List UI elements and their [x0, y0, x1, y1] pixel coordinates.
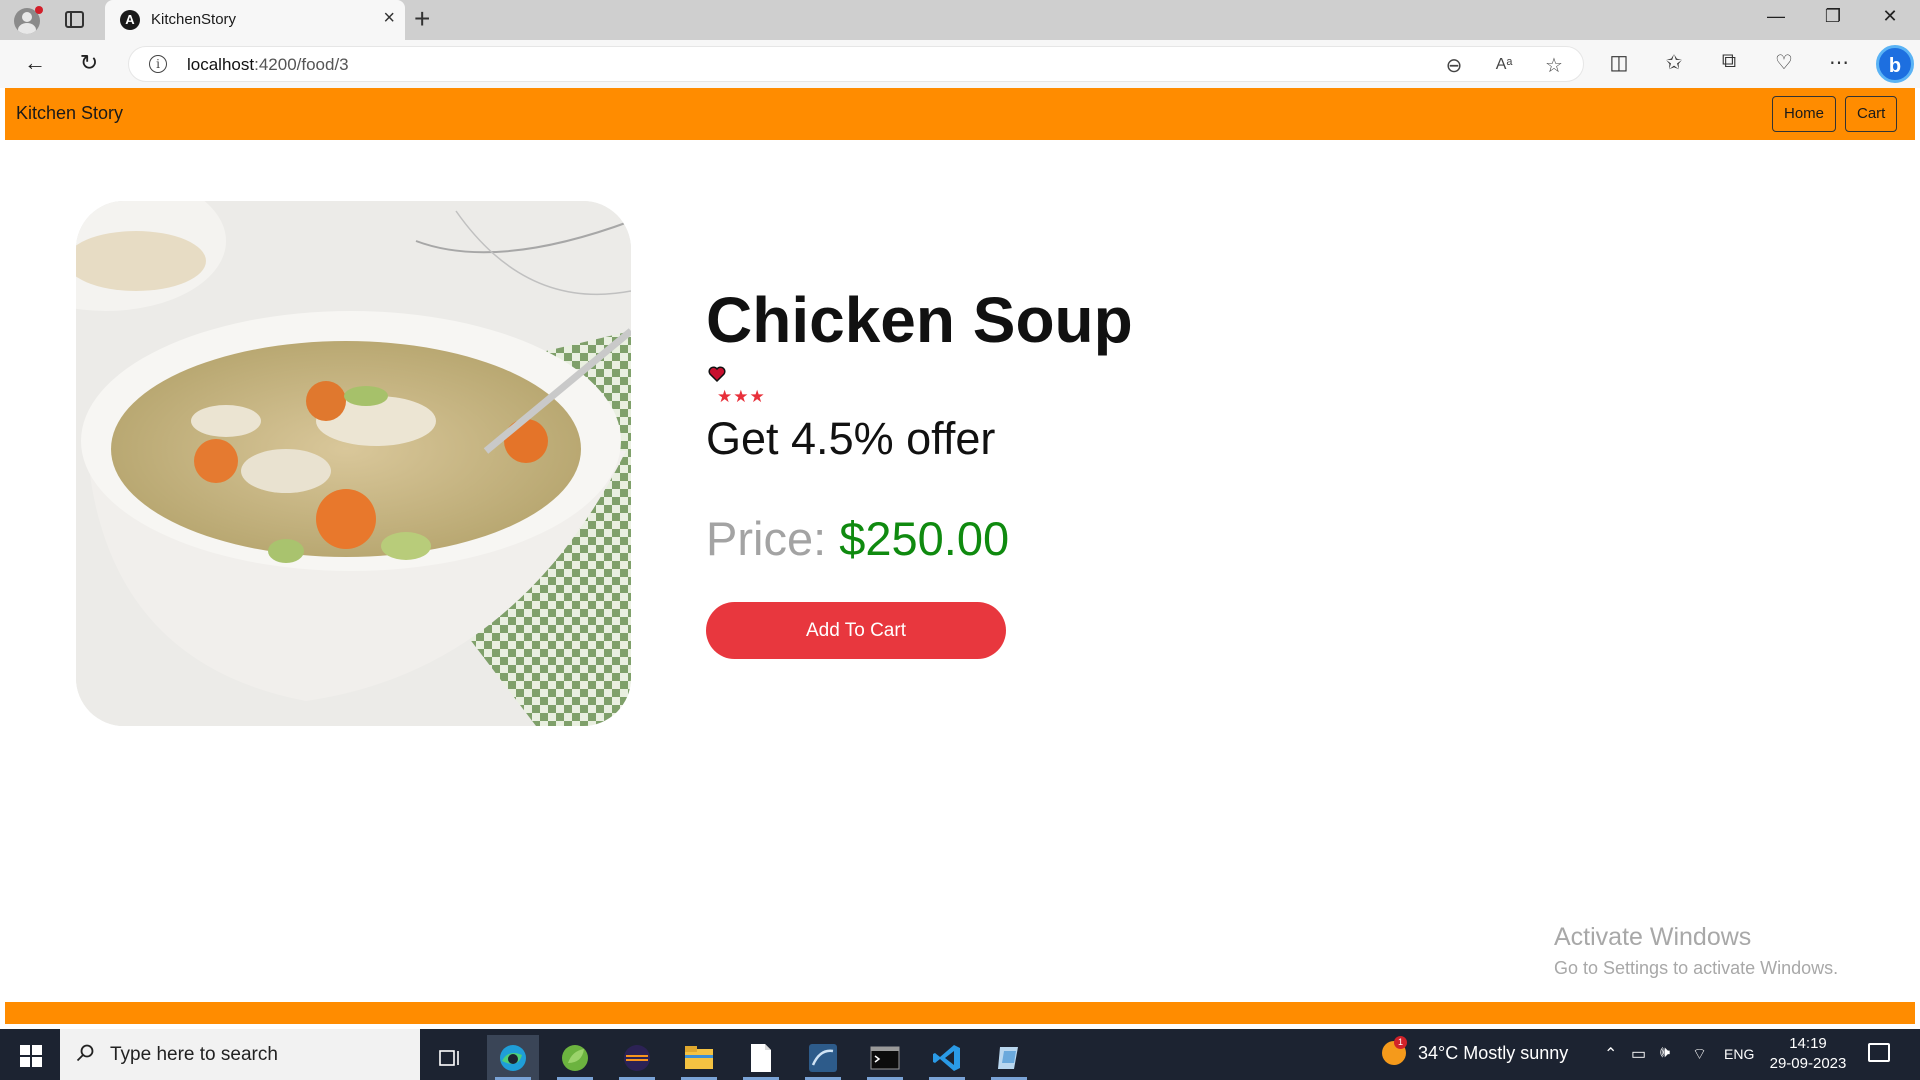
search-icon: [76, 1044, 94, 1062]
browser-essentials-icon[interactable]: ♡: [1769, 50, 1799, 75]
app-header: Kitchen Story Home Cart: [5, 88, 1915, 140]
info-icon[interactable]: i: [149, 55, 167, 73]
favorite-star-icon[interactable]: ☆: [1539, 53, 1569, 78]
page-viewport: Kitchen Story Home Cart Chicken Soup ★★★…: [5, 88, 1915, 1028]
weather-text[interactable]: 34°C Mostly sunny: [1418, 1043, 1568, 1064]
add-to-cart-button[interactable]: Add To Cart: [706, 602, 1006, 659]
favorites-icon[interactable]: ✩: [1659, 50, 1689, 75]
weather-badge: 1: [1394, 1036, 1407, 1049]
notepad-icon[interactable]: [735, 1035, 787, 1080]
watermark-line1: Activate Windows: [1554, 923, 1752, 951]
wifi-icon[interactable]: ⌔: [1692, 1044, 1707, 1064]
offer-text: Get 4.5% offer: [706, 413, 996, 464]
eclipse-icon[interactable]: [611, 1035, 663, 1080]
battery-icon[interactable]: ▭: [1631, 1044, 1646, 1064]
notification-icon[interactable]: [1868, 1043, 1890, 1062]
read-aloud-icon[interactable]: Aᵃ: [1489, 56, 1519, 74]
url-path: :4200/food/3: [254, 55, 349, 74]
bing-copilot-icon[interactable]: b: [1876, 45, 1914, 83]
minimize-icon[interactable]: —: [1756, 6, 1796, 27]
food-title: Chicken Soup: [706, 284, 1133, 356]
task-view-icon[interactable]: [424, 1035, 476, 1080]
vscode-icon[interactable]: [921, 1035, 973, 1080]
spring-tools-icon[interactable]: [549, 1035, 601, 1080]
terminal-icon[interactable]: [859, 1035, 911, 1080]
profile-notification-dot: [35, 6, 43, 14]
heart-icon[interactable]: [708, 365, 726, 383]
activate-windows-watermark: Activate Windows Go to Settings to activ…: [1554, 923, 1838, 979]
browser-toolbar: ← ↻ i localhost:4200/food/3 ⊖ Aᵃ ☆ ◫ ✩ ⧉…: [0, 40, 1920, 88]
zoom-out-icon[interactable]: ⊖: [1439, 53, 1469, 78]
more-options-icon[interactable]: ⋯: [1824, 50, 1854, 75]
new-tab-icon[interactable]: +: [414, 4, 430, 34]
windows-start-icon[interactable]: [20, 1045, 42, 1067]
rating-stars-icon: ★★★: [717, 387, 766, 406]
edge-browser-icon[interactable]: [487, 1035, 539, 1080]
volume-icon[interactable]: 🕪: [1660, 1044, 1670, 1062]
app-footer: [5, 1002, 1915, 1024]
browser-tab[interactable]: A KitchenStory ×: [105, 0, 405, 40]
search-placeholder: Type here to search: [110, 1044, 278, 1065]
address-bar[interactable]: i localhost:4200/food/3 ⊖ Aᵃ ☆: [128, 46, 1584, 82]
angular-favicon-icon: A: [120, 10, 140, 30]
price-value: $250.00: [839, 512, 1010, 565]
price: Price: $250.00: [706, 511, 1009, 566]
refresh-icon[interactable]: ↻: [74, 49, 104, 77]
close-tab-icon[interactable]: ×: [383, 8, 395, 28]
back-arrow-icon[interactable]: ←: [20, 49, 50, 77]
url-host: localhost: [187, 55, 255, 74]
clock[interactable]: 14:19 29-09-2023: [1768, 1034, 1848, 1074]
chicken-soup-photo: [76, 201, 631, 726]
tab-title: KitchenStory: [151, 11, 237, 28]
browser-tab-strip: A KitchenStory × + — ❐ ✕: [0, 0, 1920, 40]
mysql-workbench-icon[interactable]: [797, 1035, 849, 1080]
collections-icon[interactable]: ⧉: [1714, 50, 1744, 73]
food-image: [76, 201, 631, 726]
clock-time: 14:19: [1789, 1035, 1827, 1052]
show-hidden-icons-icon[interactable]: ⌃: [1604, 1044, 1617, 1064]
split-screen-icon[interactable]: ◫: [1604, 50, 1634, 75]
file-explorer-icon[interactable]: [673, 1035, 725, 1080]
taskbar-search[interactable]: Type here to search: [60, 1029, 420, 1080]
restore-icon[interactable]: ❐: [1813, 6, 1853, 27]
brand-title[interactable]: Kitchen Story: [16, 103, 123, 124]
app-icon[interactable]: [983, 1035, 1035, 1080]
url-text[interactable]: localhost:4200/food/3: [187, 55, 349, 75]
clock-date: 29-09-2023: [1769, 1055, 1847, 1072]
tab-actions-icon[interactable]: [65, 11, 84, 28]
home-button[interactable]: Home: [1772, 96, 1837, 132]
windows-taskbar: Type here to search 1 34°C Mostly sunny …: [0, 1029, 1920, 1080]
close-window-icon[interactable]: ✕: [1870, 6, 1910, 27]
cart-button[interactable]: Cart: [1845, 96, 1898, 132]
language-indicator[interactable]: ENG: [1724, 1046, 1754, 1062]
price-label: Price:: [706, 512, 827, 565]
watermark-line2: Go to Settings to activate Windows.: [1554, 958, 1839, 978]
